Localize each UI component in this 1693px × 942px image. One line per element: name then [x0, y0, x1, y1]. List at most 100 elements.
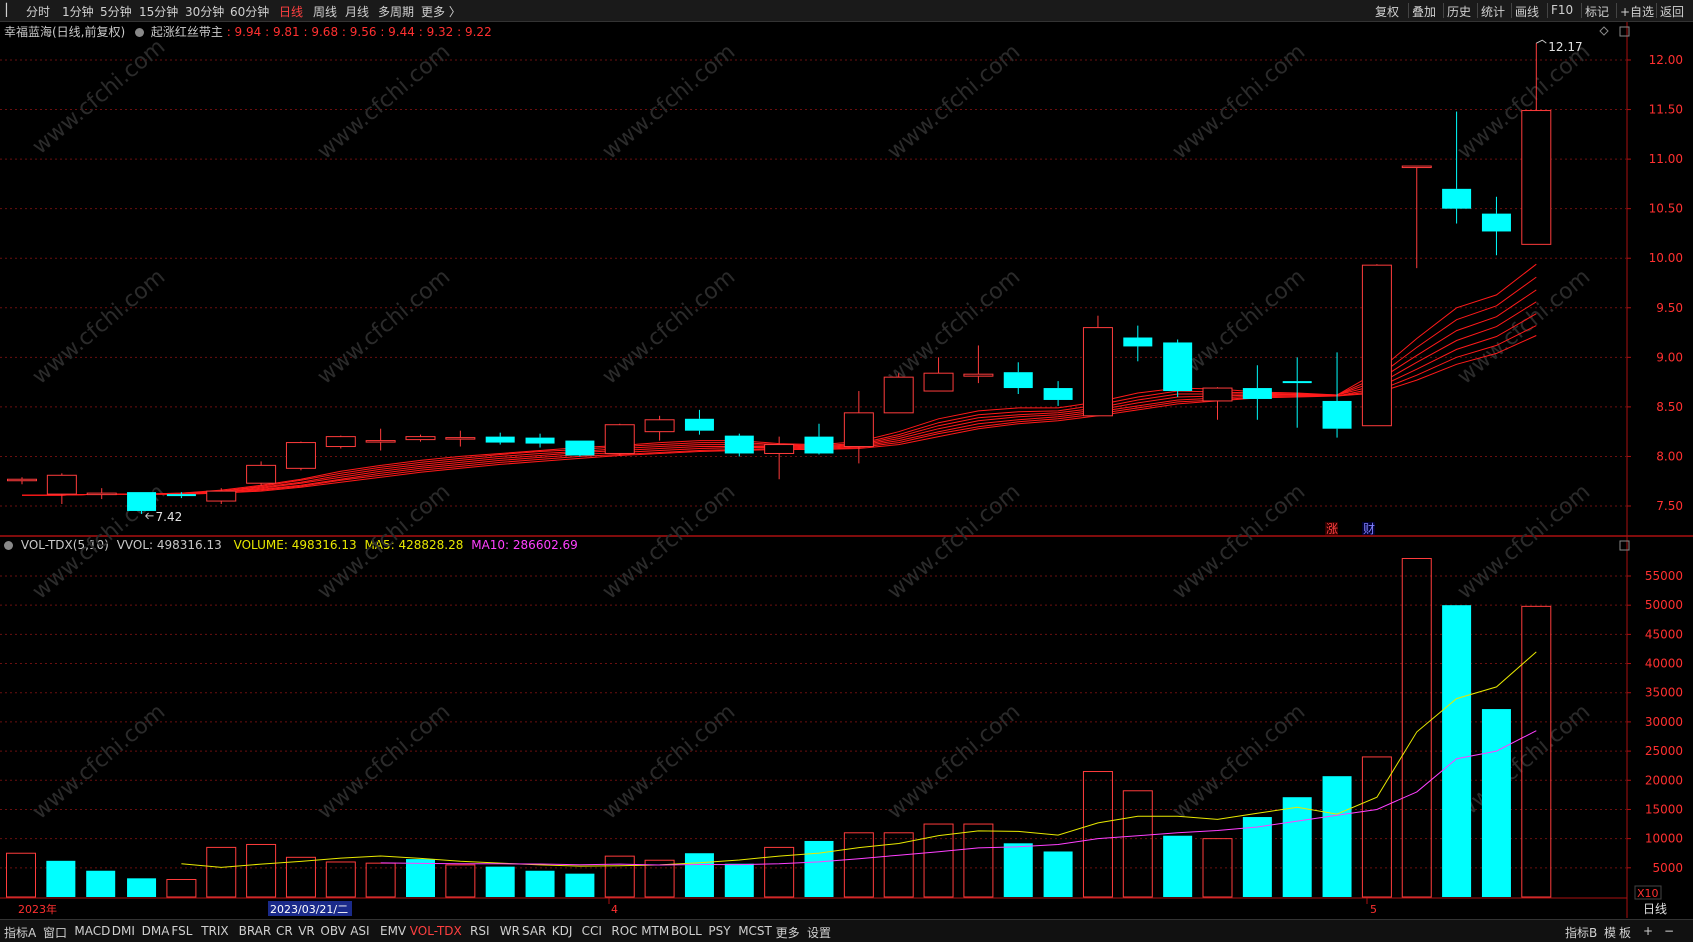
indicator-tab-24[interactable]: 更多 — [776, 924, 800, 941]
bottom-right-button-2[interactable]: 板 — [1619, 924, 1631, 941]
indicator-tab-8[interactable]: CR — [276, 924, 293, 938]
candle-body-down — [724, 435, 754, 454]
indicator-tab-11[interactable]: ASI — [350, 924, 369, 938]
indicator-tab-15[interactable]: WR — [500, 924, 520, 938]
indicator-tab-10[interactable]: OBV — [320, 924, 346, 938]
indicator-tab-13[interactable]: VOL-TDX — [410, 924, 462, 938]
watermark-text: www.cfchi.com — [28, 699, 170, 824]
x-label-month4: 4 — [611, 903, 618, 916]
period-tab-4[interactable]: 30分钟 — [185, 3, 224, 20]
watermark-text: www.cfchi.com — [883, 39, 1025, 164]
period-tab-7[interactable]: 周线 — [313, 3, 337, 20]
watermark-text: www.cfchi.com — [883, 264, 1025, 389]
x-label-date: 2023/03/21/二 — [270, 903, 348, 916]
price-tick-label: 7.50 — [1656, 499, 1683, 513]
period-tab-9[interactable]: 多周期 — [378, 3, 414, 20]
volume-bar-up — [166, 878, 197, 898]
volume-bar-down — [1242, 817, 1272, 897]
bottom-right-button-3[interactable]: + — [1643, 924, 1653, 938]
indicator-tab-16[interactable]: SAR — [522, 924, 546, 938]
indicator-tab-4[interactable]: DMA — [142, 924, 170, 938]
toolbar-button-7[interactable]: +自选 — [1620, 3, 1654, 20]
indicator-tab-7[interactable]: BRAR — [239, 924, 272, 938]
period-tab-0[interactable]: 分时 — [26, 3, 50, 20]
volume-bar-down — [1481, 709, 1511, 897]
period-tab-2[interactable]: 5分钟 — [100, 3, 132, 20]
toolbar-separator — [1616, 3, 1617, 18]
candle-body-down — [1442, 188, 1472, 209]
volume-bar-up — [1202, 838, 1233, 898]
bottom-right-button-0[interactable]: 指标B — [1565, 924, 1597, 941]
toolbar-button-8[interactable]: 返回 — [1660, 3, 1684, 20]
volume-unit-label: X10 — [1637, 887, 1659, 900]
period-tab-8[interactable]: 月线 — [345, 3, 369, 20]
indicator-tab-21[interactable]: BOLL — [671, 924, 702, 938]
candle — [804, 423, 834, 455]
volume-bar-down — [127, 878, 157, 897]
indicator-tab-9[interactable]: VR — [298, 924, 315, 938]
indicator-tab-19[interactable]: ROC — [611, 924, 637, 938]
indicator-toggle-icon[interactable] — [135, 28, 145, 37]
indicator-tab-0[interactable]: 指标A — [4, 924, 36, 941]
stock-chart[interactable]: www.cfchi.com www.cfchi.com www.cfchi.com w… — [0, 0, 1693, 941]
candle — [1082, 315, 1113, 417]
bottom-right-button-1[interactable]: 模 — [1604, 924, 1616, 941]
volume-tick-label: 40000 — [1645, 657, 1683, 671]
indicator-tab-1[interactable]: 窗口 — [43, 924, 67, 941]
toolbar-separator — [1547, 3, 1548, 18]
watermark-text: www.cfchi.com — [313, 39, 455, 164]
candle — [1442, 111, 1472, 224]
period-tab-1[interactable]: 1分钟 — [62, 3, 94, 20]
watermark-text: www.cfchi.com — [598, 699, 740, 824]
volume-tick-label: 15000 — [1645, 802, 1683, 816]
indicator-tab-12[interactable]: EMV — [380, 924, 406, 938]
candle-body-down — [684, 418, 714, 431]
volume-bar-down — [804, 840, 834, 897]
price-tick-label: 9.50 — [1656, 301, 1683, 315]
vol-toggle-icon[interactable] — [4, 541, 13, 550]
watermark-text: www.cfchi.com — [1453, 39, 1595, 164]
toolbar-button-0[interactable]: 复权 — [1375, 3, 1399, 20]
candle — [923, 357, 954, 392]
period-tab-6[interactable]: 日线 — [279, 3, 303, 20]
period-tab-5[interactable]: 60分钟 — [230, 3, 269, 20]
toolbar-button-4[interactable]: 画线 — [1515, 3, 1539, 20]
toolbar-button-6[interactable]: 标记 — [1585, 3, 1609, 20]
indicator-tab-22[interactable]: PSY — [708, 924, 730, 938]
indicator-tab-3[interactable]: DMI — [112, 924, 135, 938]
candle-body-up — [764, 444, 795, 454]
indicator-tab-17[interactable]: KDJ — [552, 924, 573, 938]
indicator-tab-14[interactable]: RSI — [470, 924, 490, 938]
toolbar-button-2[interactable]: 历史 — [1447, 3, 1471, 20]
candle-body-up — [365, 440, 396, 443]
toolbar-button-1[interactable]: 叠加 — [1412, 3, 1436, 20]
candle-body-up — [1521, 110, 1552, 245]
volume-bar-up — [6, 852, 36, 898]
indicator-tab-6[interactable]: TRIX — [201, 924, 228, 938]
period-tab-10[interactable]: 更多 〉 — [421, 3, 461, 20]
candle-body-up — [285, 442, 316, 469]
toolbar-separator — [1656, 3, 1657, 18]
indicator-tab-25[interactable]: 设置 — [807, 924, 831, 941]
indicator-tab-20[interactable]: MTM — [641, 924, 669, 938]
bottom-right-button-4[interactable]: − — [1664, 924, 1674, 938]
candle — [7, 477, 37, 485]
collapse-icon[interactable]: ▏ — [6, 3, 15, 17]
candle-body-up — [1361, 264, 1392, 427]
indicator-tab-18[interactable]: CCI — [582, 924, 602, 938]
watermark-text: www.cfchi.com — [883, 699, 1025, 824]
ribbon-line-1 — [22, 263, 1537, 496]
volume-bar-up — [365, 862, 396, 898]
volume-bar-up — [246, 843, 277, 898]
period-tab-3[interactable]: 15分钟 — [139, 3, 178, 20]
toolbar-button-5[interactable]: F10 — [1551, 3, 1573, 17]
indicator-tab-23[interactable]: MCST — [738, 924, 772, 938]
indicator-tab-5[interactable]: FSL — [171, 924, 192, 938]
indicator-value-1: : 9.94 — [226, 25, 262, 39]
volume-bar-up — [206, 846, 237, 898]
candle-body-up — [923, 372, 954, 392]
ma5-value: MA5: 428828.28 — [364, 538, 464, 552]
indicator-tab-2[interactable]: MACD — [74, 924, 110, 938]
low-marker — [145, 512, 154, 520]
toolbar-button-3[interactable]: 统计 — [1481, 3, 1505, 20]
